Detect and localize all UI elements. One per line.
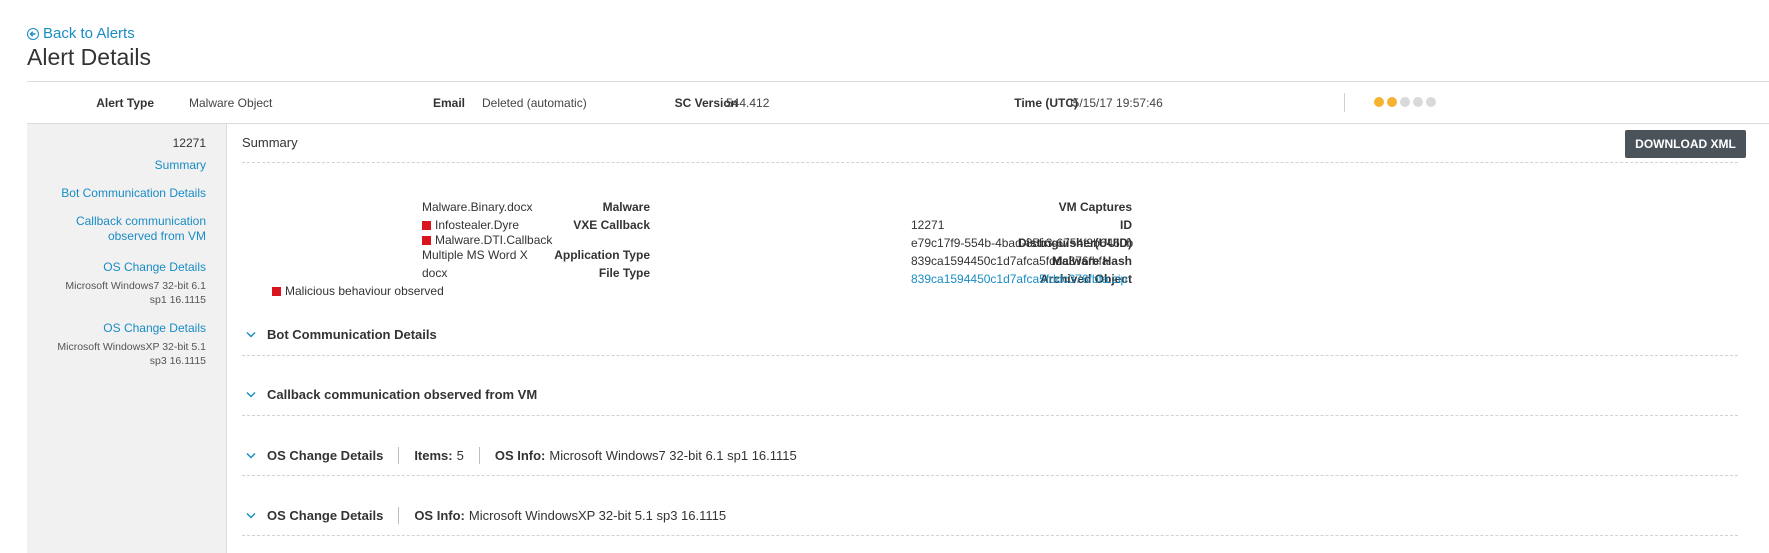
archived-object-link[interactable]: 839ca1594450c1d7afca5fddc376fbfa.zip [911, 272, 1127, 286]
sidebar-item-bot-communication[interactable]: Bot Communication Details [61, 186, 206, 201]
os-info-label: OS Info: [494, 448, 546, 463]
summary-title: Summary [242, 135, 298, 150]
vxe-callback-item-1: Infostealer.Dyre [422, 218, 519, 232]
severity-dot [1413, 97, 1423, 107]
alert-type-value: Malware Object [189, 96, 273, 110]
malware-value: Malware.Binary.docx [422, 200, 533, 214]
section-divider [242, 475, 1738, 476]
section-title: Callback communication observed from VM [267, 387, 538, 402]
vxe-callback-item-2: Malware.DTI.Callback [422, 233, 552, 247]
sidebar-item-summary[interactable]: Summary [155, 158, 206, 173]
email-label: Email [432, 96, 465, 110]
sidebar-item-callback-communication[interactable]: Callback communication observed from VM [56, 214, 206, 244]
info-bar-divider [1344, 93, 1345, 112]
sidebar-os-info-2: Microsoft WindowsXP 32-bit 5.1 sp3 16.11… [57, 341, 206, 367]
chevron-down-icon [246, 390, 258, 400]
section-divider [242, 535, 1738, 536]
os-info-value: Microsoft Windows7 32-bit 6.1 sp1 16.111… [549, 448, 797, 463]
severity-indicator [1374, 97, 1436, 107]
items-label: Items: [414, 448, 453, 463]
alert-info-bar: Alert Type Malware Object Email Deleted … [27, 81, 1769, 124]
section-title: Bot Communication Details [267, 327, 437, 342]
os-info-label: OS Info: [414, 508, 465, 523]
malware-hash-value: 839ca1594450c1d7afca5fddc376fbfa [911, 254, 1109, 268]
divider [478, 447, 480, 464]
section-title: OS Change Details [267, 508, 384, 523]
chevron-down-icon [246, 451, 258, 461]
items-value: 5 [456, 448, 464, 463]
section-title: OS Change Details [267, 448, 384, 463]
red-flag-icon [422, 236, 431, 245]
section-divider [242, 415, 1738, 416]
sidebar-nav: 12271 Summary Bot Communication Details … [27, 124, 227, 553]
sidebar-alert-id: 12271 [172, 136, 206, 150]
application-type-label: Application Type [554, 248, 650, 262]
id-label: ID [1120, 218, 1132, 232]
email-value: Deleted (automatic) [482, 96, 587, 110]
summary-divider [242, 162, 1738, 163]
severity-dot [1387, 97, 1397, 107]
vxe-callback-label: VXE Callback [573, 218, 650, 232]
file-type-value: docx [422, 266, 448, 280]
chevron-down-icon [246, 511, 258, 521]
back-to-alerts-label: Back to Alerts [43, 25, 135, 42]
severity-dot [1426, 97, 1436, 107]
sidebar-os-info-1: Microsoft Windows7 32-bit 6.1 sp1 16.111… [65, 280, 206, 306]
divider [398, 447, 400, 464]
malware-label: Malware [602, 200, 650, 214]
red-flag-icon [272, 287, 281, 296]
vm-captures-label: VM Captures [1058, 200, 1132, 214]
page-title: Alert Details [27, 44, 151, 70]
severity-dot [1374, 97, 1384, 107]
section-os-change-2[interactable]: OS Change Details OS Info: Microsoft Win… [246, 507, 726, 524]
divider [398, 507, 400, 524]
section-bot-communication[interactable]: Bot Communication Details [246, 327, 437, 342]
download-xml-button[interactable]: DOWNLOAD XML [1625, 130, 1746, 158]
back-arrow-circle-icon [27, 27, 39, 40]
red-flag-icon [422, 221, 431, 230]
chevron-down-icon [246, 330, 258, 340]
time-value: 05/15/17 19:57:46 [1066, 96, 1163, 110]
sidebar-item-os-change-2[interactable]: OS Change Details [103, 321, 206, 336]
sc-version-value: 544.412 [726, 96, 770, 110]
malicious-behaviour-note: Malicious behaviour observed [272, 284, 444, 298]
severity-dot [1400, 97, 1410, 107]
alert-type-label: Alert Type [96, 96, 154, 110]
file-type-label: File Type [598, 266, 650, 280]
section-os-change-1[interactable]: OS Change Details Items: 5 OS Info: Micr… [246, 447, 797, 464]
os-info-value: Microsoft WindowsXP 32-bit 5.1 sp3 16.11… [468, 508, 727, 523]
sidebar-item-os-change-1[interactable]: OS Change Details [103, 260, 206, 275]
back-to-alerts-link[interactable]: Back to Alerts [27, 25, 135, 42]
uuid-value: e79c17f9-554b-4bad-85b3-6754f9b6460b [911, 236, 1134, 250]
id-value: 12271 [911, 218, 945, 232]
section-divider [242, 355, 1738, 356]
section-callback-communication[interactable]: Callback communication observed from VM [246, 387, 537, 402]
application-type-value: Multiple MS Word X [422, 248, 528, 262]
